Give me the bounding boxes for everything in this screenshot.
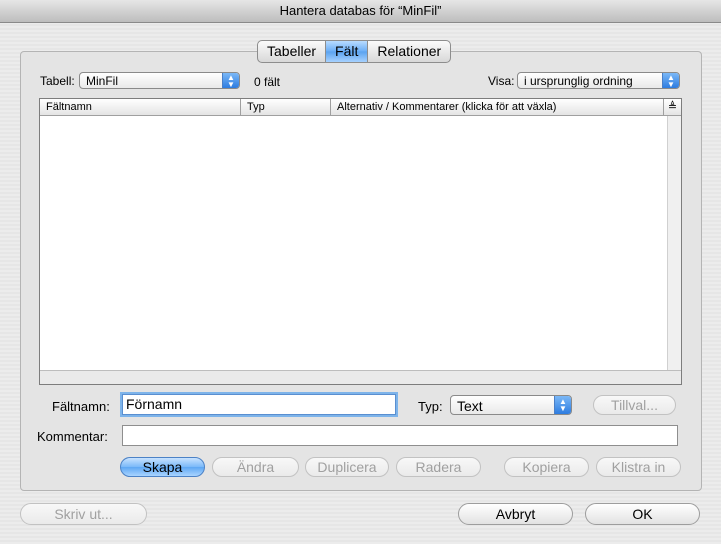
view-label: Visa: [488, 74, 515, 88]
column-header-name[interactable]: Fältnamn [40, 99, 241, 116]
field-type-popup[interactable]: Text ▲ ▼ [450, 395, 572, 415]
field-count: 0 fält [254, 75, 281, 89]
change-button[interactable]: Ändra [212, 457, 299, 477]
window-title: Hantera databas för “MinFil” [279, 3, 442, 18]
ok-button[interactable]: OK [585, 503, 700, 525]
paste-button[interactable]: Klistra in [596, 457, 681, 477]
view-order-popup[interactable]: i ursprunglig ordning ▲ ▼ [517, 72, 680, 89]
list-vertical-scrollbar[interactable] [667, 116, 681, 371]
tab-relations[interactable]: Relationer [368, 41, 450, 62]
delete-button[interactable]: Radera [396, 457, 481, 477]
view-order-value: i ursprunglig ordning [524, 74, 633, 88]
copy-button[interactable]: Kopiera [504, 457, 589, 477]
table-label: Tabell: [40, 74, 75, 88]
field-name-label: Fältnamn: [52, 399, 110, 414]
tab-bar: Tabeller Fält Relationer [257, 40, 452, 63]
popup-arrows-icon: ▲ ▼ [554, 396, 571, 414]
field-name-input[interactable]: Förnamn [122, 394, 396, 415]
column-header-options[interactable]: Alternativ / Kommentarer (klicka för att… [331, 99, 664, 116]
list-horizontal-scrollbar[interactable] [40, 370, 681, 384]
create-button[interactable]: Skapa [120, 457, 205, 477]
field-list[interactable]: Fältnamn Typ Alternativ / Kommentarer (k… [39, 98, 682, 385]
comment-input[interactable] [122, 425, 678, 446]
popup-arrows-icon: ▲ ▼ [222, 73, 239, 88]
field-type-label: Typ: [418, 399, 443, 414]
table-popup-value: MinFil [86, 74, 118, 88]
column-header-type[interactable]: Typ [241, 99, 331, 116]
options-button[interactable]: Tillval... [593, 395, 676, 415]
window-title-bar[interactable]: Hantera databas för “MinFil” [0, 0, 721, 23]
duplicate-button[interactable]: Duplicera [305, 457, 389, 477]
cancel-button[interactable]: Avbryt [458, 503, 573, 525]
table-popup[interactable]: MinFil ▲ ▼ [79, 72, 240, 89]
sort-order-icon[interactable]: ≜ [664, 99, 681, 116]
comment-label: Kommentar: [37, 429, 108, 444]
field-type-value: Text [457, 398, 483, 414]
tab-fields[interactable]: Fält [326, 41, 369, 62]
popup-arrows-icon: ▲ ▼ [662, 73, 679, 88]
print-button[interactable]: Skriv ut... [20, 503, 147, 525]
tab-tables[interactable]: Tabeller [258, 41, 327, 62]
